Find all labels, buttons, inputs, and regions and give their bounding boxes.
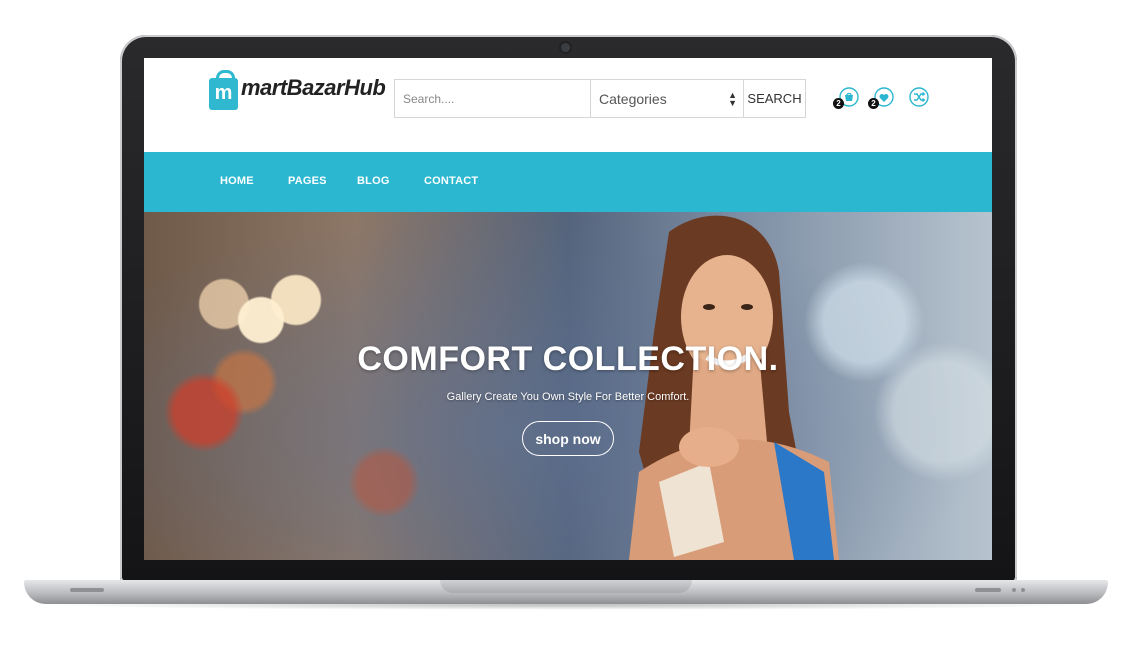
laptop-indicator bbox=[1021, 588, 1025, 592]
nav-blog[interactable]: BLOG bbox=[357, 175, 390, 187]
logo-text: martBazarHub bbox=[241, 75, 386, 100]
hero-banner: COMFORT COLLECTION. Gallery Create You O… bbox=[144, 212, 992, 560]
wishlist-count-badge: 2 bbox=[868, 98, 879, 109]
compare-button[interactable] bbox=[908, 86, 930, 108]
hero-title: COMFORT COLLECTION. bbox=[357, 340, 779, 378]
nav-home[interactable]: HOME bbox=[220, 175, 254, 187]
laptop-notch bbox=[440, 580, 692, 593]
main-navigation: HOME PAGES BLOG CONTACT bbox=[144, 152, 992, 212]
shopping-bag-logo-icon: m bbox=[209, 69, 238, 110]
nav-contact[interactable]: CONTACT bbox=[424, 175, 478, 187]
search-button[interactable]: SEARCH bbox=[744, 80, 805, 117]
webcam bbox=[561, 43, 570, 52]
shuffle-icon bbox=[909, 87, 929, 107]
hero-model-image bbox=[629, 215, 839, 560]
cart-button[interactable]: 2 bbox=[833, 86, 860, 109]
laptop-vent-right bbox=[975, 588, 1001, 592]
category-select[interactable]: Categories ▲ ▼ bbox=[591, 80, 744, 117]
website-screen: m martBazarHub Categories ▲▼ SEARCH 2 bbox=[144, 58, 992, 560]
site-header: m martBazarHub Categories ▲▼ SEARCH 2 bbox=[144, 58, 992, 152]
search-bar: Categories ▲▼ SEARCH bbox=[394, 79, 806, 118]
cart-count-badge: 2 bbox=[833, 98, 844, 109]
category-select-value: Categories bbox=[599, 90, 667, 107]
site-logo[interactable]: m martBazarHub bbox=[209, 69, 386, 110]
hero-subtitle: Gallery Create You Own Style For Better … bbox=[446, 391, 690, 403]
shop-now-button[interactable]: shop now bbox=[522, 421, 614, 456]
search-input[interactable] bbox=[395, 80, 591, 117]
wishlist-button[interactable]: 2 bbox=[868, 86, 895, 109]
laptop-vent-left bbox=[70, 588, 104, 592]
laptop-indicator bbox=[1012, 588, 1016, 592]
nav-pages[interactable]: PAGES bbox=[288, 175, 327, 187]
updown-arrows-icon: ▲ ▼ bbox=[728, 89, 737, 108]
